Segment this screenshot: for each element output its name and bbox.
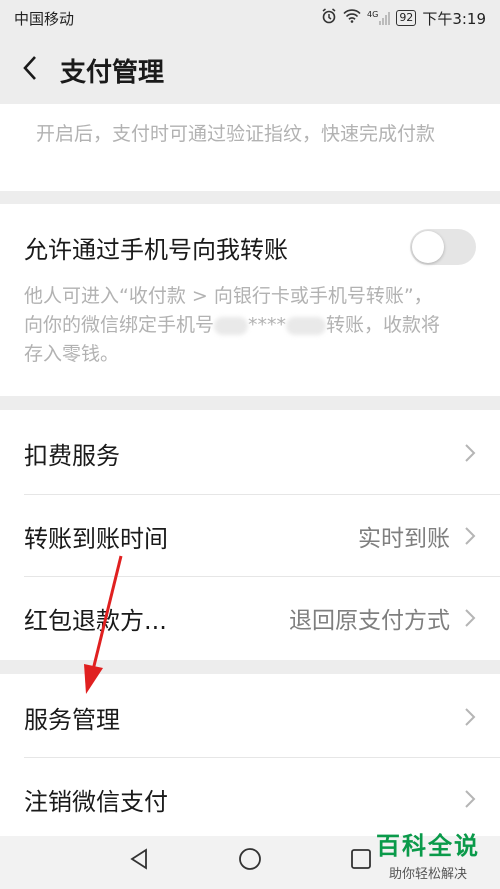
transfer-time-label: 转账到账时间 <box>24 524 168 553</box>
wifi-icon <box>343 9 361 27</box>
masked-phone: **** <box>248 314 287 336</box>
alarm-icon <box>321 8 337 28</box>
toggle-knob <box>412 231 444 263</box>
status-icons: 4G 92 下午3:19 <box>321 8 486 29</box>
nav-home-button[interactable] <box>237 848 263 874</box>
settings-group-2: 服务管理 注销微信支付 <box>0 674 500 836</box>
red-packet-refund-row[interactable]: 红包退款方... 退回原支付方式 <box>0 577 500 659</box>
watermark: 百科全说 助你轻松解决 <box>368 826 488 882</box>
back-button[interactable] <box>0 36 60 104</box>
chevron-right-icon <box>464 443 476 463</box>
clock: 下午3:19 <box>422 9 486 28</box>
battery-indicator: 92 <box>396 10 417 26</box>
chevron-right-icon <box>464 608 476 628</box>
cancel-wechat-pay-label: 注销微信支付 <box>24 787 168 816</box>
transfer-time-value: 实时到账 <box>358 526 450 552</box>
chevron-right-icon <box>464 789 476 809</box>
watermark-title: 百科全说 <box>376 832 480 860</box>
phone-transfer-toggle[interactable] <box>410 229 476 265</box>
service-management-label: 服务管理 <box>24 705 120 734</box>
settings-group-1: 扣费服务 转账到账时间 实时到账 红包退款方... 退回原支付方式 <box>0 410 500 660</box>
signal-icon: 4G <box>367 10 391 25</box>
transfer-time-row[interactable]: 转账到账时间 实时到账 <box>0 495 500 577</box>
status-bar: 中国移动 4G 92 下午3:19 <box>0 0 500 36</box>
fingerprint-description: 开启后，支付时可通过验证指纹，快速完成付款 <box>36 123 436 145</box>
deduction-service-row[interactable]: 扣费服务 <box>0 412 500 494</box>
chevron-right-icon <box>464 707 476 727</box>
phone-transfer-label: 允许通过手机号向我转账 <box>24 235 288 264</box>
deduction-service-label: 扣费服务 <box>24 441 120 470</box>
phone-transfer-description: 他人可进入“收付款 > 向银行卡或手机号转账”，向你的微信绑定手机号 **** 转账… <box>24 282 444 369</box>
page-title: 支付管理 <box>60 57 165 88</box>
fingerprint-card: 开启后，支付时可通过验证指纹，快速完成付款 <box>0 104 500 191</box>
blurred-phone-prefix <box>214 316 249 335</box>
title-bar: 支付管理 <box>0 36 500 104</box>
red-packet-refund-value: 退回原支付方式 <box>289 608 450 634</box>
carrier: 中国移动 <box>14 9 75 28</box>
service-management-row[interactable]: 服务管理 <box>0 676 500 758</box>
circle-home-icon <box>238 847 262 875</box>
phone-transfer-row: 允许通过手机号向我转账 <box>24 229 476 265</box>
back-arrow-icon <box>22 55 38 85</box>
phone-transfer-card: 允许通过手机号向我转账 他人可进入“收付款 > 向银行卡或手机号转账”，向你的微… <box>0 204 500 396</box>
watermark-subtitle: 助你轻松解决 <box>388 867 467 882</box>
chevron-right-icon <box>464 526 476 546</box>
triangle-back-icon <box>128 848 150 874</box>
red-packet-refund-label: 红包退款方... <box>24 606 167 635</box>
blurred-phone-suffix <box>286 316 327 335</box>
network-type: 4G <box>367 10 379 19</box>
nav-back-button[interactable] <box>126 848 152 874</box>
